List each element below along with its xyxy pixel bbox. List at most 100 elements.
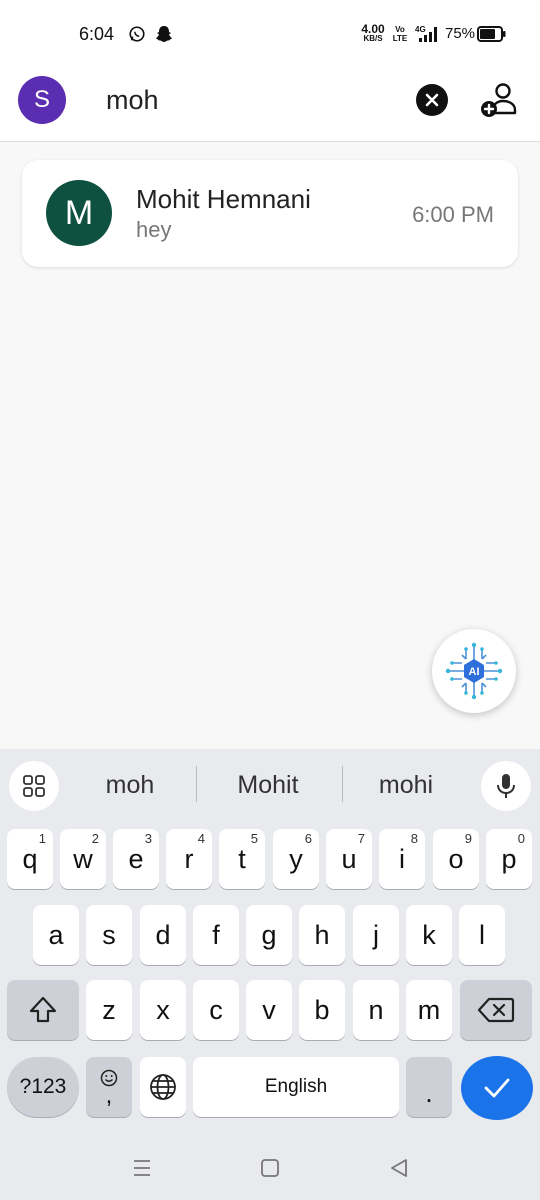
key-p[interactable]: p0 [486,829,532,889]
comma-key[interactable]: , [86,1057,132,1117]
clear-search-button[interactable] [416,84,448,116]
key-label: x [156,994,170,1025]
key-c[interactable]: c [193,980,239,1040]
voice-input-button[interactable] [481,761,531,811]
key-hint: 7 [357,831,365,846]
search-input[interactable] [106,78,386,122]
key-label: , [105,1082,113,1109]
key-x[interactable]: x [140,980,186,1040]
enter-key[interactable] [461,1056,533,1120]
microphone-icon [497,774,515,798]
key-label: o [448,843,464,874]
key-e[interactable]: e3 [113,829,159,889]
backspace-icon [477,997,515,1023]
key-label: i [399,843,405,874]
key-hint: 4 [197,831,205,846]
checkmark-icon [484,1078,510,1098]
grid-icon [23,775,45,797]
home-icon[interactable] [260,1158,280,1178]
key-label: English [264,1076,328,1097]
key-hint: 0 [517,831,525,846]
key-o[interactable]: o9 [433,829,479,889]
key-label: k [422,919,436,950]
last-message: hey [136,217,172,242]
symbols-key[interactable]: ?123 [7,1057,79,1117]
key-label: e [128,843,144,874]
key-t[interactable]: t5 [219,829,265,889]
recent-apps-icon[interactable] [132,1158,152,1178]
key-label: h [314,919,330,950]
back-icon[interactable] [388,1157,410,1179]
key-k[interactable]: k [406,905,452,965]
key-r[interactable]: r4 [166,829,212,889]
net-speed: 4.00 KB/S [359,22,387,44]
globe-icon [150,1074,176,1100]
contact-avatar-initial: M [64,193,94,232]
key-label: f [212,919,220,950]
key-g[interactable]: g [246,905,292,965]
shift-key[interactable] [7,980,79,1040]
contact-avatar: M [46,180,112,246]
key-m[interactable]: m [406,980,452,1040]
key-hint: 2 [91,831,99,846]
close-icon [425,93,439,107]
key-y[interactable]: y6 [273,829,319,889]
net-speed-unit: KB/S [363,34,383,43]
key-label: u [341,843,357,874]
ai-fab-button[interactable]: AI [432,629,516,713]
suggestion-2[interactable]: Mohit [203,771,333,800]
suggestion-divider [196,766,197,802]
key-h[interactable]: h [299,905,345,965]
space-key[interactable]: English [193,1057,399,1117]
status-time: 6:04 [79,24,115,44]
key-d[interactable]: d [140,905,186,965]
key-hint: 5 [250,831,258,846]
key-l[interactable]: l [459,905,505,965]
key-j[interactable]: j [353,905,399,965]
key-label: z [102,994,116,1025]
key-label: ?123 [19,1075,67,1098]
key-label: r [184,843,194,874]
key-z[interactable]: z [86,980,132,1040]
key-label: q [22,843,38,874]
key-label: v [262,994,276,1025]
key-n[interactable]: n [353,980,399,1040]
suggestion-strip: moh Mohit mohi [0,749,540,823]
key-label: b [314,994,330,1025]
key-v[interactable]: v [246,980,292,1040]
key-u[interactable]: u7 [326,829,372,889]
keyboard-menu-button[interactable] [9,761,59,811]
ai-label: AI [469,666,480,678]
snapchat-icon [156,26,172,42]
key-q[interactable]: q1 [7,829,53,889]
key-hint: 9 [464,831,472,846]
message-time: 6:00 PM [412,202,494,227]
key-label: y [289,843,303,874]
net-speed-value: 4.00 [361,22,385,36]
suggestion-3[interactable]: mohi [341,771,471,800]
language-key[interactable] [140,1057,186,1117]
ai-chip-icon: AI [445,642,503,700]
key-label: w [73,843,93,874]
battery-icon [477,26,506,42]
key-w[interactable]: w2 [60,829,106,889]
suggestion-1[interactable]: moh [65,771,195,800]
key-f[interactable]: f [193,905,239,965]
list-item-contact[interactable]: M Mohit Hemnani hey 6:00 PM [22,160,518,267]
battery-percent: 75% [445,25,476,42]
user-avatar-initial: S [33,86,50,113]
user-avatar[interactable]: S [18,76,66,124]
key-a[interactable]: a [33,905,79,965]
whatsapp-icon [129,26,145,42]
key-label: s [102,919,116,950]
add-contact-icon[interactable] [478,80,518,120]
key-b[interactable]: b [299,980,345,1040]
key-label: a [48,919,64,950]
key-i[interactable]: i8 [379,829,425,889]
volte-top: Vo [395,25,405,34]
key-label: n [368,994,384,1025]
period-key[interactable]: . [406,1057,452,1117]
key-s[interactable]: s [86,905,132,965]
backspace-key[interactable] [460,980,532,1040]
shift-icon [29,996,57,1023]
